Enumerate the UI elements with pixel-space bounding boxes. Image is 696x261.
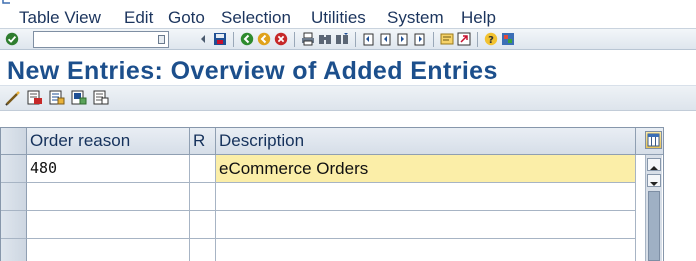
column-header-order-reason[interactable]: Order reason <box>27 128 190 155</box>
help-icon[interactable]: ? <box>484 32 498 46</box>
menu-help[interactable]: Help <box>461 8 496 28</box>
table-row: 480 eCommerce Orders <box>1 155 663 183</box>
r-cell[interactable] <box>190 155 216 183</box>
menu-utilities[interactable]: Utilities <box>311 8 366 28</box>
back-icon[interactable] <box>240 32 254 46</box>
row-selector[interactable] <box>1 155 27 183</box>
first-page-icon[interactable] <box>362 32 376 46</box>
exit-icon[interactable] <box>257 32 271 46</box>
r-cell[interactable] <box>190 211 216 239</box>
customize-layout-icon[interactable] <box>501 32 515 46</box>
scroll-up-button[interactable] <box>647 158 661 171</box>
entries-table: Order reason R Description 480 eCommerce… <box>0 127 664 261</box>
last-page-icon[interactable] <box>413 32 427 46</box>
select-all-icon[interactable] <box>48 89 66 107</box>
scroll-thumb[interactable] <box>648 191 660 261</box>
title-area: New Entries: Overview of Added Entries <box>0 50 696 86</box>
order-reason-cell[interactable] <box>27 183 190 211</box>
change-display-icon[interactable] <box>4 89 22 107</box>
toolbar-separator <box>477 32 478 47</box>
order-reason-cell[interactable]: 480 <box>27 155 190 183</box>
command-field[interactable] <box>33 31 169 52</box>
description-cell[interactable] <box>216 183 636 211</box>
window-system-icon <box>2 0 10 4</box>
menu-table-view[interactable]: Table View <box>19 8 101 28</box>
toolbar-separator <box>233 32 234 47</box>
table-settings-icon <box>647 133 660 147</box>
print-icon[interactable] <box>301 32 315 46</box>
arrow-up-icon <box>650 166 658 170</box>
row-selector[interactable] <box>1 183 27 211</box>
cancel-icon[interactable] <box>274 32 288 46</box>
delete-icon[interactable] <box>26 89 44 107</box>
page-title: New Entries: Overview of Added Entries <box>7 57 498 85</box>
arrow-down-icon <box>650 182 658 186</box>
menu-selection[interactable]: Selection <box>221 8 291 28</box>
enter-icon[interactable] <box>5 32 19 46</box>
table-row <box>1 183 663 211</box>
deselect-all-icon[interactable] <box>92 89 110 107</box>
menu-edit[interactable]: Edit <box>124 8 153 28</box>
toolbar-separator <box>294 32 295 47</box>
order-reason-cell[interactable] <box>27 211 190 239</box>
next-page-icon[interactable] <box>396 32 410 46</box>
row-selector[interactable] <box>1 239 27 261</box>
select-block-icon[interactable] <box>70 89 88 107</box>
find-next-icon[interactable] <box>335 32 349 46</box>
menu-system[interactable]: System <box>387 8 444 28</box>
table-settings-button[interactable] <box>645 131 662 149</box>
shortcut-icon[interactable] <box>457 32 471 46</box>
save-icon[interactable] <box>213 32 227 46</box>
menu-goto[interactable]: Goto <box>168 8 205 28</box>
scroll-down-button[interactable] <box>647 174 661 187</box>
vertical-scrollbar[interactable] <box>645 155 662 261</box>
svg-text:?: ? <box>488 35 494 46</box>
r-cell[interactable] <box>190 183 216 211</box>
select-all-rows-button[interactable] <box>1 128 27 155</box>
command-history-dropdown[interactable] <box>158 35 165 44</box>
column-header-description[interactable]: Description <box>216 128 636 155</box>
row-selector[interactable] <box>1 211 27 239</box>
application-toolbar <box>0 86 696 111</box>
table-row <box>1 211 663 239</box>
description-cell[interactable] <box>216 239 636 261</box>
description-cell[interactable]: eCommerce Orders <box>216 155 636 183</box>
table-row <box>1 239 663 261</box>
description-cell[interactable] <box>216 211 636 239</box>
column-header-r[interactable]: R <box>190 128 216 155</box>
previous-page-icon[interactable] <box>379 32 393 46</box>
create-session-icon[interactable] <box>440 32 454 46</box>
order-reason-cell[interactable] <box>27 239 190 261</box>
collapse-arrow-icon[interactable] <box>196 32 210 46</box>
system-toolbar: ? <box>0 28 696 52</box>
r-cell[interactable] <box>190 239 216 261</box>
toolbar-separator <box>433 32 434 47</box>
toolbar-separator <box>355 32 356 47</box>
find-icon[interactable] <box>318 32 332 46</box>
menu-bar: Table View Edit Goto Selection Utilities… <box>0 6 696 28</box>
